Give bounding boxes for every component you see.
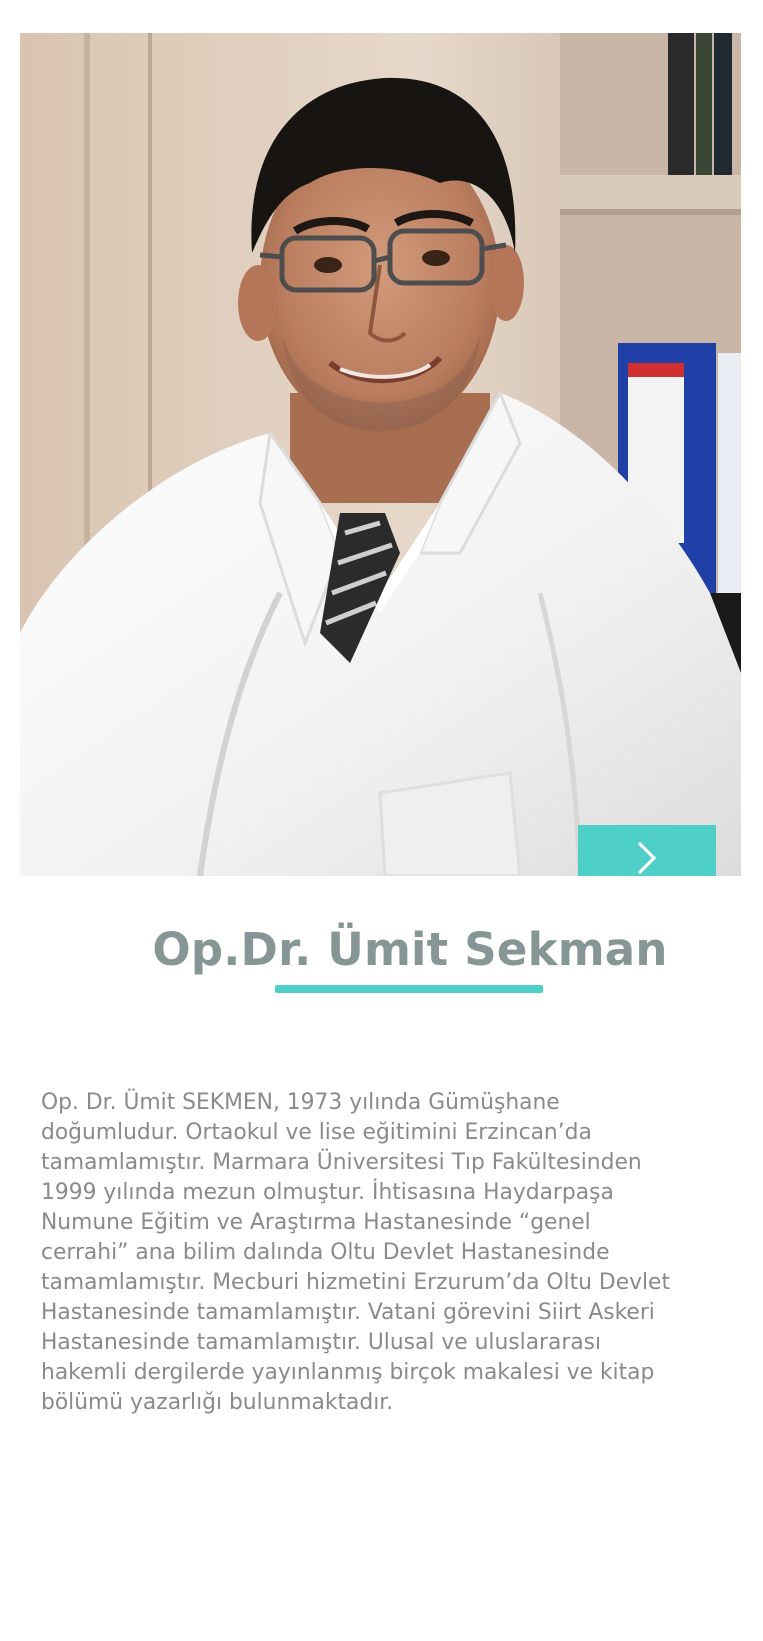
doctor-name: Op.Dr. Ümit Sekman <box>152 923 668 976</box>
bio-line: Hastanesinde tamamlamıştır. Ulusal ve ul… <box>41 1330 602 1355</box>
bio-line: Op. Dr. Ümit SEKMEN, 1973 yılında Gümüşh… <box>41 1090 560 1115</box>
name-underline <box>275 985 543 993</box>
doctor-bio: Op. Dr. Ümit SEKMEN, 1973 yılında Gümüşh… <box>41 1088 731 1418</box>
bio-line: tamamlamıştır. Mecburi hizmetini Erzurum… <box>41 1270 671 1295</box>
bio-line: Numune Eğitim ve Araştırma Hastanesinde … <box>41 1210 591 1235</box>
bio-line: bölümü yazarlığı bulunmaktadır. <box>41 1390 394 1415</box>
bio-line: Hastanesinde tamamlamıştır. Vatani görev… <box>41 1300 655 1325</box>
doctor-portrait-image <box>20 33 741 876</box>
bio-line: doğumludur. Ortaokul ve lise eğitimini E… <box>41 1120 592 1145</box>
bio-line: hakemli dergilerde yayınlanmış birçok ma… <box>41 1360 655 1385</box>
bio-line: tamamlamıştır. Marmara Üniversitesi Tıp … <box>41 1150 642 1175</box>
next-button[interactable] <box>578 825 716 876</box>
chevron-right-icon <box>637 841 657 874</box>
bio-line: 1999 yılında mezun olmuştur. İhtisasına … <box>41 1180 614 1205</box>
doctor-photo <box>20 33 741 876</box>
bio-line: cerrahi” ana bilim dalında Oltu Devlet H… <box>41 1240 610 1265</box>
